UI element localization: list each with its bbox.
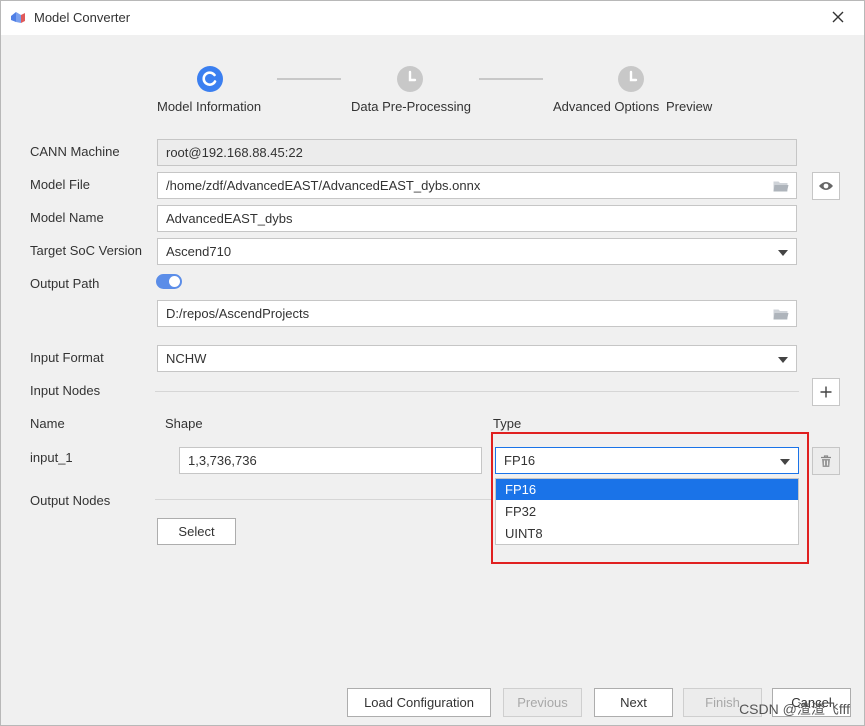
delete-input-node-button[interactable] xyxy=(812,447,840,475)
app-logo-icon xyxy=(11,12,25,23)
folder-icon[interactable] xyxy=(773,308,789,320)
output-path-toggle[interactable] xyxy=(156,274,182,289)
clock-icon xyxy=(618,66,644,92)
output-nodes-divider xyxy=(155,499,491,500)
target-soc-label: Target SoC Version xyxy=(30,243,143,258)
highlight-annotation-box xyxy=(491,432,809,564)
plus-icon xyxy=(820,386,832,398)
output-path-label: Output Path xyxy=(30,276,100,291)
step-preview: Preview xyxy=(666,99,713,114)
load-configuration-button[interactable]: Load Configuration xyxy=(347,688,491,717)
close-icon xyxy=(832,11,844,23)
toggle-knob xyxy=(169,276,180,287)
input-format-label: Input Format xyxy=(30,350,104,365)
model-converter-window: Model Converter Model Information Data P… xyxy=(0,0,865,726)
eye-icon xyxy=(819,182,833,190)
input-nodes-divider xyxy=(155,391,799,392)
input-node-name: input_1 xyxy=(30,450,73,465)
model-file-label: Model File xyxy=(30,177,90,192)
input-nodes-header-shape: Shape xyxy=(165,416,203,431)
cann-machine-field: root@192.168.88.45:22 xyxy=(157,139,797,166)
window-title: Model Converter xyxy=(34,10,131,25)
trash-icon xyxy=(821,454,831,467)
input-nodes-header-name: Name xyxy=(30,416,65,431)
title-bar: Model Converter xyxy=(1,1,864,35)
chevron-down-icon xyxy=(778,250,788,256)
input-node-shape-field[interactable]: 1,3,736,736 xyxy=(179,447,482,474)
next-button[interactable]: Next xyxy=(594,688,673,717)
step-advanced-options: Advanced Options xyxy=(553,99,660,114)
model-name-label: Model Name xyxy=(30,210,104,225)
watermark-text: CSDN @渣渣飞fff xyxy=(739,701,850,717)
target-soc-select[interactable]: Ascend710 xyxy=(157,238,797,265)
chevron-down-icon xyxy=(778,357,788,363)
preview-model-button[interactable] xyxy=(812,172,840,200)
model-file-field[interactable]: /home/zdf/AdvancedEAST/AdvancedEAST_dybs… xyxy=(157,172,797,199)
step-data-pre-processing: Data Pre-Processing xyxy=(351,99,471,114)
step-connector xyxy=(277,78,341,80)
output-nodes-label: Output Nodes xyxy=(30,493,111,508)
input-nodes-label: Input Nodes xyxy=(30,383,101,398)
previous-button[interactable]: Previous xyxy=(503,688,582,717)
add-input-node-button[interactable] xyxy=(812,378,840,406)
step-model-information: Model Information xyxy=(157,99,262,114)
select-output-nodes-button[interactable]: Select xyxy=(157,518,236,545)
output-path-field[interactable]: D:/repos/AscendProjects xyxy=(157,300,797,327)
close-button[interactable] xyxy=(828,7,848,27)
model-name-field[interactable]: AdvancedEAST_dybs xyxy=(157,205,797,232)
clock-icon xyxy=(397,66,423,92)
input-format-select[interactable]: NCHW xyxy=(157,345,797,372)
step-connector xyxy=(479,78,543,80)
input-nodes-header-type: Type xyxy=(493,416,522,431)
cann-machine-label: CANN Machine xyxy=(30,144,120,159)
folder-icon[interactable] xyxy=(773,180,789,192)
active-step-icon xyxy=(197,66,223,92)
